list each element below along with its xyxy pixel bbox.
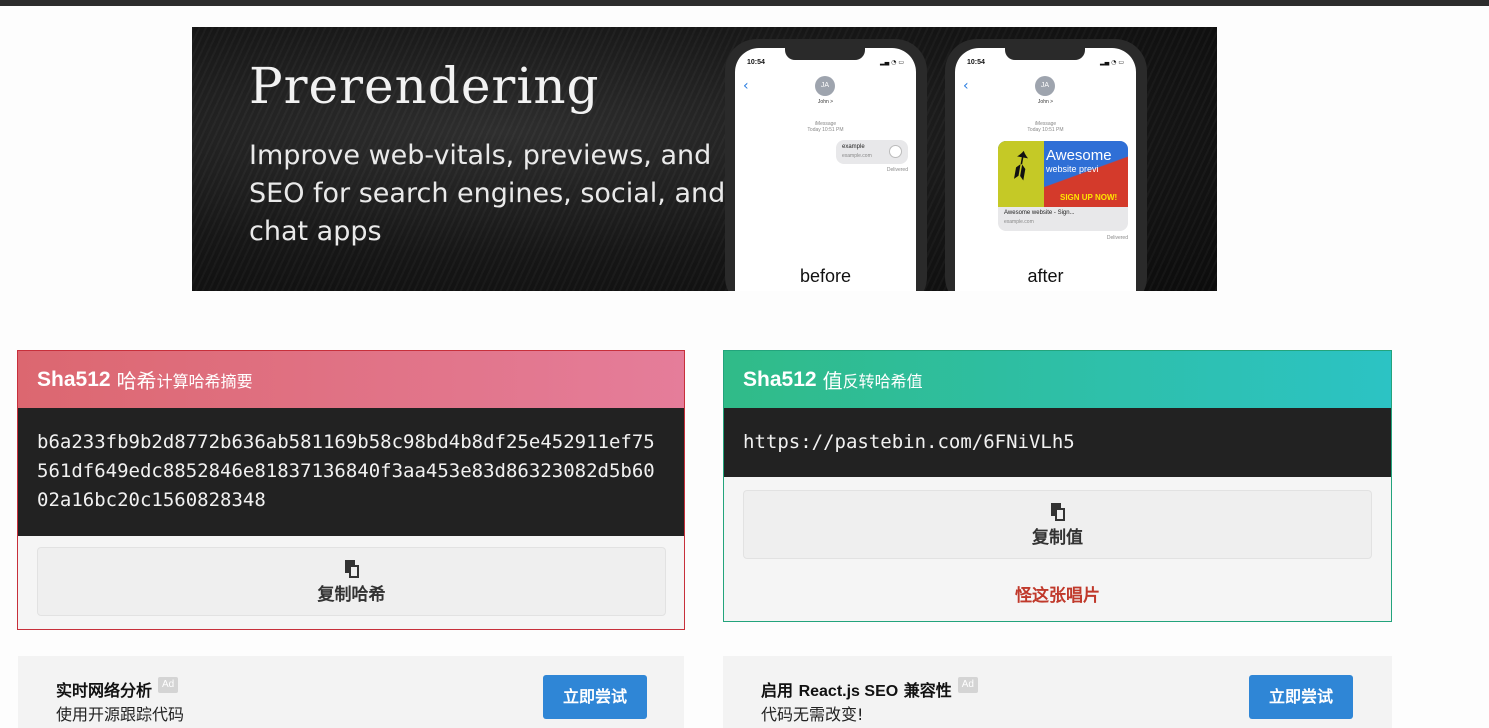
prerendering-banner[interactable]: Prerendering Improve web-vitals, preview…	[192, 27, 1217, 291]
ad-title-latin: React.js SEO	[798, 683, 899, 700]
phone-notch	[1005, 48, 1085, 60]
ad-badge: Ad	[957, 677, 978, 693]
message-timestamp: Today 10:51 PM	[1027, 127, 1064, 133]
phone-notch	[785, 48, 865, 60]
hash-card: Sha512 哈希 计算哈希摘要 b6a233fb9b2d8772b636ab5…	[17, 350, 685, 630]
banner-subtitle: Improve web-vitals, previews, and SEO fo…	[249, 140, 726, 247]
bubble-url: example.com	[842, 153, 872, 159]
delivered-status: Delivered	[886, 167, 908, 173]
ad-badge: Ad	[158, 677, 179, 693]
hash-card-header: Sha512 哈希 计算哈希摘要	[18, 351, 684, 408]
ad-title-prefix: 启用	[761, 681, 799, 700]
phone-label-after: after	[1027, 266, 1064, 286]
phone-label-before: before	[799, 266, 852, 286]
status-time: 10:54	[747, 59, 765, 66]
bubble-title: example	[842, 144, 865, 150]
status-time: 10:54	[967, 59, 985, 66]
link-preview-card: ➶ Awesome website previ SIGN UP NOW! Awe…	[998, 141, 1128, 231]
ad-description: 使用开源跟踪代码	[56, 705, 185, 724]
copy-hash-label: 复制哈希	[317, 585, 386, 605]
value-output[interactable]: https://pastebin.com/6FNiVLh5	[724, 408, 1391, 477]
ad-react-seo: 启用 React.js SEO 兼容性 Ad 代码无需改变! 立即尝试	[723, 656, 1392, 728]
back-chevron-icon: ‹	[743, 78, 749, 94]
copy-hash-button[interactable]: 复制哈希	[37, 547, 666, 616]
ad-description: 代码无需改变!	[761, 705, 864, 724]
back-chevron-icon: ‹	[963, 78, 969, 94]
value-card-title: Sha512	[743, 367, 817, 391]
contact-name: John >	[1037, 99, 1054, 105]
phone-screen: 10:54 ▂▄ ◔ ▭ ‹ JA John > iMessage Today …	[735, 48, 916, 291]
top-bar	[0, 0, 1489, 6]
preview-caption: Awesome website - Sign...	[1004, 210, 1075, 216]
ad-title-suffix: 兼容性	[898, 681, 952, 700]
banner-title: Prerendering	[249, 57, 600, 115]
ad-realtime-analytics: 实时网络分析 Ad 使用开源跟踪代码 立即尝试	[18, 656, 684, 728]
blame-record-link[interactable]: 怪这张唱片	[724, 581, 1391, 606]
copy-value-button[interactable]: 复制值	[743, 490, 1372, 559]
ad-title-text: 实时网络分析	[56, 681, 153, 700]
copy-icon	[343, 560, 361, 578]
signal-wifi-battery-icon: ▂▄ ◔ ▭	[1100, 59, 1124, 66]
contact-avatar: JA	[1035, 76, 1055, 96]
phone-after: 10:54 ▂▄ ◔ ▭ ‹ JA John > iMessage Today …	[945, 39, 1147, 291]
hash-card-subtitle: 计算哈希摘要	[156, 371, 253, 391]
contact-avatar: JA	[815, 76, 835, 96]
phone-before: 10:54 ▂▄ ◔ ▭ ‹ JA John > iMessage Today …	[725, 39, 927, 291]
value-card: Sha512 值 反转哈希值 https://pastebin.com/6FNi…	[723, 350, 1392, 622]
link-bubble: example example.com	[836, 140, 908, 164]
phone-screen: 10:54 ▂▄ ◔ ▭ ‹ JA John > iMessage Today …	[955, 48, 1136, 291]
value-card-subtitle: 反转哈希值	[842, 371, 923, 391]
compass-icon	[889, 145, 902, 158]
preview-heading: Awesome	[1046, 147, 1112, 164]
copy-icon	[1049, 503, 1067, 521]
message-header: iMessage Today 10:51 PM	[735, 121, 916, 133]
signal-wifi-battery-icon: ▂▄ ◔ ▭	[880, 59, 904, 66]
contact-name: John >	[817, 99, 834, 105]
message-header: iMessage Today 10:51 PM	[955, 121, 1136, 133]
preview-subheading: website previ	[1046, 164, 1099, 174]
value-card-title-cn: 值	[822, 369, 843, 393]
message-timestamp: Today 10:51 PM	[807, 127, 844, 133]
delivered-status: Delivered	[1106, 235, 1128, 241]
preview-image: ➶ Awesome website previ SIGN UP NOW!	[998, 141, 1128, 207]
value-card-header: Sha512 值 反转哈希值	[724, 351, 1391, 408]
hash-card-title-cn: 哈希	[116, 369, 157, 393]
preview-signup: SIGN UP NOW!	[1060, 193, 1118, 202]
try-now-button[interactable]: 立即尝试	[543, 675, 647, 719]
hash-card-title: Sha512	[37, 367, 111, 391]
ad-title: 实时网络分析 Ad	[56, 677, 179, 701]
preview-url: example.com	[1004, 219, 1034, 225]
copy-value-label: 复制值	[1032, 528, 1083, 548]
try-now-button[interactable]: 立即尝试	[1249, 675, 1353, 719]
hash-output[interactable]: b6a233fb9b2d8772b636ab581169b58c98bd4b8d…	[18, 408, 684, 536]
ad-title: 启用 React.js SEO 兼容性 Ad	[761, 677, 978, 701]
